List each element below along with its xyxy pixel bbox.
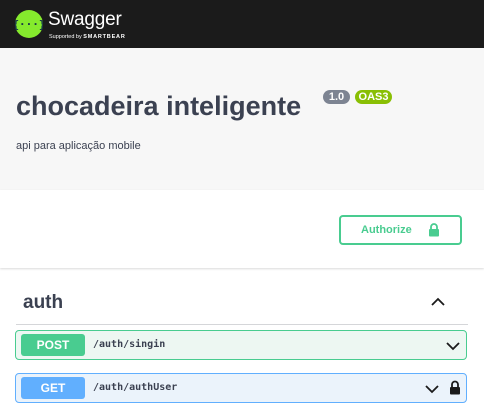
lock-icon [428,223,440,242]
method-badge: POST [21,334,85,356]
tag-name: auth [23,292,64,313]
topbar: {···} Swagger Supported by SMARTBEAR [0,0,484,48]
lock-icon[interactable] [449,380,461,400]
brand-tagline-prefix: Supported by [49,34,82,40]
authorize-label: Authorize [361,224,412,236]
authorize-button[interactable]: Authorize [339,215,462,245]
swagger-logo-icon[interactable]: {···} [15,10,43,38]
chevron-up-icon[interactable] [430,294,446,312]
api-title: chocadeira inteligente [16,91,302,121]
brand-tagline-company: SMARTBEAR [83,34,126,40]
svg-text:{···}: {···} [15,18,43,31]
operation-post-auth-singin[interactable]: POST /auth/singin [15,330,467,360]
operation-path: /auth/singin [93,339,166,350]
operation-path: /auth/authUser [93,382,178,393]
api-description: api para aplicação mobile [16,140,141,152]
chevron-down-icon[interactable] [445,339,461,357]
chevron-down-icon[interactable] [424,382,440,400]
operation-get-auth-authuser[interactable]: GET /auth/authUser [15,373,467,403]
brand-tagline: Supported by SMARTBEAR [49,33,126,41]
brand-name: Swagger [48,9,122,30]
oas-badge: OAS3 [355,90,392,104]
method-badge: GET [21,377,85,399]
version-badge: 1.0 [323,90,350,104]
tag-section-header[interactable]: auth [16,284,468,325]
